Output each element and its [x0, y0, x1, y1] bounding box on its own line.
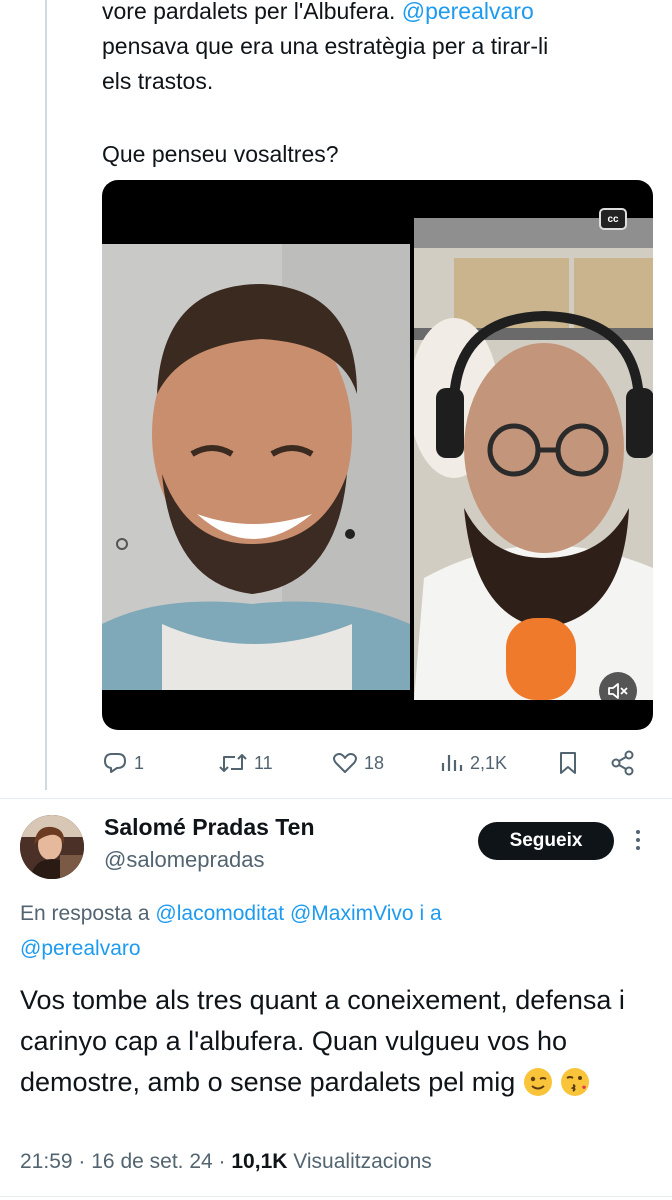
bookmark-button[interactable]: [556, 745, 580, 781]
tweet-text-line3: els trastos.: [102, 68, 214, 94]
reply-prefix: En resposta a: [20, 902, 156, 925]
left-person-illustration: [102, 244, 410, 690]
share-button[interactable]: [610, 745, 636, 781]
meta-separator: ·: [218, 1150, 226, 1173]
tweet-time[interactable]: 21:59: [20, 1150, 73, 1173]
retweet-count: 11: [254, 752, 273, 773]
views-count: 2,1K: [470, 752, 508, 773]
views-button[interactable]: 2,1K: [440, 745, 507, 781]
reply-body: Vos tombe als tres quant a coneixement, …: [20, 980, 660, 1103]
more-icon[interactable]: [630, 826, 646, 856]
video-left-participant: [102, 244, 410, 690]
reply-button[interactable]: 1: [102, 745, 144, 781]
views-icon: [441, 755, 463, 771]
wink-emoji-icon: [523, 1068, 552, 1096]
like-button[interactable]: 18: [332, 745, 384, 781]
like-count: 18: [364, 752, 385, 773]
reply-count: 1: [134, 752, 145, 773]
retweet-button[interactable]: 11: [218, 745, 273, 781]
views-total: 10,1K: [231, 1150, 288, 1173]
avatar[interactable]: [20, 815, 84, 879]
tweet-text-line2: pensava que era una estratègia per a tir…: [102, 33, 549, 59]
views-label: Visualitzacions: [293, 1150, 432, 1173]
mention-link-maximvivo[interactable]: @MaximVivo: [290, 902, 414, 925]
author-name[interactable]: Salomé Pradas Ten: [104, 814, 315, 841]
tweet-actions-bar: 1 11 18 2,1K: [102, 745, 642, 781]
tweet-divider: [0, 798, 672, 799]
thread-line: [45, 0, 47, 790]
right-person-illustration: [414, 218, 653, 700]
share-icon: [611, 750, 634, 776]
tweet-meta: 21:59 · 16 de set. 24 · 10,1K Visualitza…: [20, 1150, 432, 1174]
avatar-image: [20, 815, 84, 879]
like-icon: [333, 753, 357, 773]
mention-link-lacomoditat[interactable]: @lacomoditat: [155, 902, 284, 925]
mention-link-perealvaro[interactable]: @perealvaro: [20, 937, 141, 960]
reply-context: En resposta a @lacomoditat @MaximVivo i …: [20, 896, 650, 966]
tweet-text-line1: vore pardalets per l'Albufera. @perealva…: [102, 0, 642, 29]
bookmark-icon: [560, 752, 576, 774]
follow-button[interactable]: Segueix: [478, 822, 614, 860]
mute-icon[interactable]: [599, 672, 637, 710]
video-right-participant: [414, 218, 653, 700]
retweet-icon: [219, 754, 247, 772]
bottom-divider: [0, 1196, 672, 1197]
reply-icon: [104, 753, 126, 773]
video-player[interactable]: cc: [102, 180, 653, 730]
tweet-text: vore pardalets per l'Albufera.: [102, 0, 402, 24]
kiss-emoji-icon: [561, 1068, 590, 1096]
author-handle[interactable]: @salomepradas: [104, 847, 265, 873]
tweet-text-line4: Que penseu vosaltres?: [102, 141, 339, 167]
reply-joiner: i a: [413, 902, 442, 925]
cc-icon[interactable]: cc: [599, 208, 627, 230]
mention-link[interactable]: @perealvaro: [402, 0, 534, 24]
meta-separator: ·: [78, 1150, 86, 1173]
tweet-date[interactable]: 16 de set. 24: [91, 1150, 212, 1173]
